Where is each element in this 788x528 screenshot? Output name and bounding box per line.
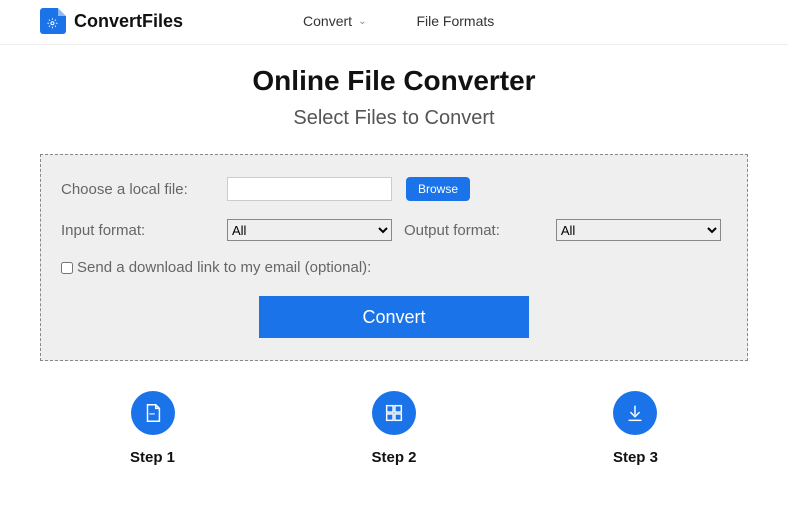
output-format-label: Output format: (404, 222, 500, 239)
step-1: Step 1 (130, 391, 175, 466)
download-icon (613, 391, 657, 435)
email-checkbox[interactable] (61, 262, 73, 274)
input-format-select[interactable]: All (227, 219, 392, 241)
file-row: Choose a local file: Browse (61, 177, 727, 201)
browse-button[interactable]: Browse (406, 177, 470, 201)
format-row: Input format: All Output format: All (61, 219, 727, 241)
file-input[interactable] (227, 177, 392, 201)
upload-panel: Choose a local file: Browse Input format… (40, 154, 748, 361)
page-subtitle: Select Files to Convert (40, 107, 748, 130)
email-row: Send a download link to my email (option… (61, 259, 727, 276)
logo-icon (40, 8, 66, 34)
grid-icon (372, 391, 416, 435)
page-title: Online File Converter (40, 65, 748, 97)
output-format-select[interactable]: All (556, 219, 721, 241)
step-2: Step 2 (371, 391, 416, 466)
email-check-label: Send a download link to my email (option… (77, 259, 371, 276)
choose-file-label: Choose a local file: (61, 181, 221, 198)
file-icon (131, 391, 175, 435)
logo-text: ConvertFiles (74, 11, 183, 32)
step-3: Step 3 (613, 391, 658, 466)
logo[interactable]: ConvertFiles (40, 8, 183, 34)
steps-row: Step 1 Step 2 Step 3 (40, 361, 748, 466)
step-3-label: Step 3 (613, 449, 658, 466)
nav-file-formats[interactable]: File Formats (416, 13, 494, 29)
main-content: Online File Converter Select Files to Co… (0, 45, 788, 466)
header: ConvertFiles Convert ⌄ File Formats (0, 0, 788, 45)
chevron-down-icon: ⌄ (358, 16, 366, 27)
input-format-label: Input format: (61, 222, 221, 239)
nav-convert-label: Convert (303, 13, 352, 29)
step-2-label: Step 2 (371, 449, 416, 466)
nav: Convert ⌄ File Formats (303, 13, 494, 29)
nav-convert[interactable]: Convert ⌄ (303, 13, 366, 29)
convert-button[interactable]: Convert (259, 296, 529, 338)
step-1-label: Step 1 (130, 449, 175, 466)
nav-formats-label: File Formats (416, 13, 494, 29)
